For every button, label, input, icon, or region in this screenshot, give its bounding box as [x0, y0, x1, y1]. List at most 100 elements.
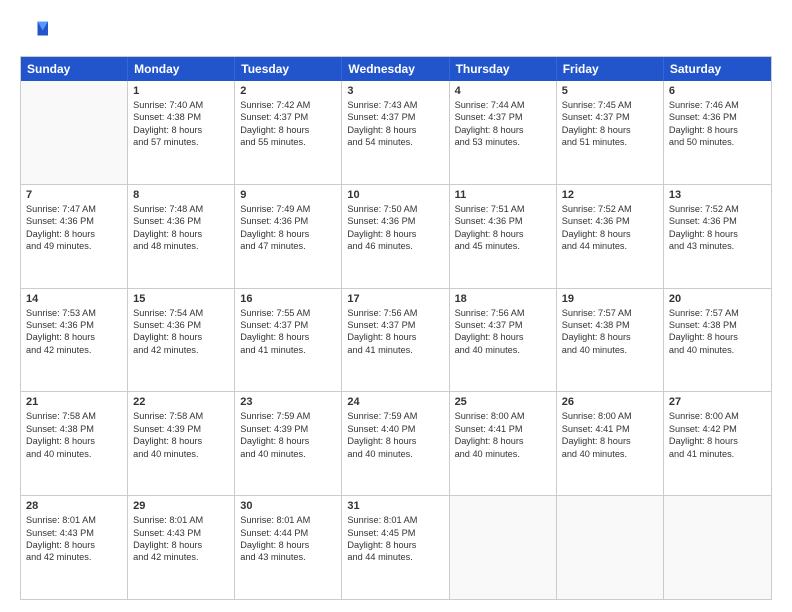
- day-cell-4: 4Sunrise: 7:44 AMSunset: 4:37 PMDaylight…: [450, 81, 557, 184]
- day-number: 15: [133, 293, 229, 305]
- day-number: 23: [240, 396, 336, 408]
- day-number: 26: [562, 396, 658, 408]
- day-number: 1: [133, 85, 229, 97]
- day-number: 5: [562, 85, 658, 97]
- cell-line-0: Sunrise: 7:58 AM: [26, 410, 122, 422]
- day-cell-20: 20 Sunrise: 7:57 AMSunset: 4:38 PMDayligh…: [664, 289, 771, 392]
- day-number: 22: [133, 396, 229, 408]
- day-number: 6: [669, 85, 766, 97]
- day-number: 13: [669, 189, 766, 201]
- cell-line-0: Sunrise: 7:54 AM: [133, 307, 229, 319]
- cell-line-0: Sunrise: 7:48 AM: [133, 203, 229, 215]
- day-number: 12: [562, 189, 658, 201]
- cell-line-3: and 50 minutes.: [669, 136, 766, 148]
- cell-line-3: and 40 minutes.: [455, 344, 551, 356]
- cell-line-3: and 40 minutes.: [562, 448, 658, 460]
- cell-line-1: Sunset: 4:36 PM: [26, 319, 122, 331]
- cell-line-2: Daylight: 8 hours: [26, 228, 122, 240]
- day-cell-2: 2Sunrise: 7:42 AMSunset: 4:37 PMDaylight…: [235, 81, 342, 184]
- cell-line-0: Sunrise: 7:49 AM: [240, 203, 336, 215]
- cell-line-2: Daylight: 8 hours: [133, 228, 229, 240]
- cell-line-3: and 41 minutes.: [669, 448, 766, 460]
- cell-line-1: Sunset: 4:36 PM: [240, 215, 336, 227]
- day-number: 9: [240, 189, 336, 201]
- calendar-row-2: 14Sunrise: 7:53 AMSunset: 4:36 PMDayligh…: [21, 288, 771, 392]
- cell-line-3: and 54 minutes.: [347, 136, 443, 148]
- cell-line-2: Daylight: 8 hours: [562, 435, 658, 447]
- cell-line-0: Sunrise: 7:51 AM: [455, 203, 551, 215]
- cell-line-0: Sunrise: 7:57 AM: [669, 307, 766, 319]
- day-cell-7: 7Sunrise: 7:47 AMSunset: 4:36 PMDaylight…: [21, 185, 128, 288]
- calendar-header: SundayMondayTuesdayWednesdayThursdayFrid…: [21, 57, 771, 81]
- cell-line-0: Sunrise: 8:01 AM: [26, 514, 122, 526]
- cell-line-2: Daylight: 8 hours: [455, 228, 551, 240]
- cell-line-2: Daylight: 8 hours: [133, 435, 229, 447]
- cell-line-2: Daylight: 8 hours: [26, 331, 122, 343]
- empty-cell: [21, 81, 128, 184]
- calendar-row-0: 1Sunrise: 7:40 AMSunset: 4:38 PMDaylight…: [21, 81, 771, 184]
- cell-line-0: Sunrise: 7:46 AM: [669, 99, 766, 111]
- cell-line-1: Sunset: 4:36 PM: [669, 215, 766, 227]
- day-number: 8: [133, 189, 229, 201]
- cell-line-2: Daylight: 8 hours: [133, 124, 229, 136]
- cell-line-1: Sunset: 4:36 PM: [562, 215, 658, 227]
- calendar-row-4: 28Sunrise: 8:01 AMSunset: 4:43 PMDayligh…: [21, 495, 771, 599]
- day-cell-27: 27Sunrise: 8:00 AMSunset: 4:42 PMDayligh…: [664, 392, 771, 495]
- day-cell-17: 17Sunrise: 7:56 AMSunset: 4:37 PMDayligh…: [342, 289, 449, 392]
- calendar: SundayMondayTuesdayWednesdayThursdayFrid…: [20, 56, 772, 600]
- cell-line-1: Sunset: 4:37 PM: [347, 319, 443, 331]
- day-number: 20: [669, 293, 766, 305]
- cell-line-3: and 42 minutes.: [26, 551, 122, 563]
- cell-line-1: Sunset: 4:38 PM: [562, 319, 658, 331]
- cell-line-0: Sunrise: 7:42 AM: [240, 99, 336, 111]
- cell-line-1: Sunset: 4:36 PM: [26, 215, 122, 227]
- calendar-row-3: 21Sunrise: 7:58 AMSunset: 4:38 PMDayligh…: [21, 391, 771, 495]
- day-cell-30: 30Sunrise: 8:01 AMSunset: 4:44 PMDayligh…: [235, 496, 342, 599]
- day-number: 7: [26, 189, 122, 201]
- cell-line-3: and 43 minutes.: [240, 551, 336, 563]
- cell-line-2: Daylight: 8 hours: [26, 435, 122, 447]
- weekday-header-thursday: Thursday: [450, 57, 557, 81]
- day-number: 24: [347, 396, 443, 408]
- cell-line-0: Sunrise: 8:00 AM: [669, 410, 766, 422]
- cell-line-3: and 45 minutes.: [455, 240, 551, 252]
- calendar-row-1: 7Sunrise: 7:47 AMSunset: 4:36 PMDaylight…: [21, 184, 771, 288]
- cell-line-2: Daylight: 8 hours: [669, 228, 766, 240]
- day-number: 14: [26, 293, 122, 305]
- day-number: 27: [669, 396, 766, 408]
- cell-line-2: Daylight: 8 hours: [669, 124, 766, 136]
- cell-line-0: Sunrise: 7:57 AM: [562, 307, 658, 319]
- cell-line-1: Sunset: 4:38 PM: [669, 319, 766, 331]
- cell-line-3: and 44 minutes.: [347, 551, 443, 563]
- cell-line-0: Sunrise: 8:00 AM: [455, 410, 551, 422]
- day-number: 21: [26, 396, 122, 408]
- cell-line-1: Sunset: 4:37 PM: [455, 111, 551, 123]
- cell-line-0: Sunrise: 7:55 AM: [240, 307, 336, 319]
- cell-line-0: Sunrise: 8:01 AM: [133, 514, 229, 526]
- cell-line-1: Sunset: 4:41 PM: [455, 423, 551, 435]
- cell-line-2: Daylight: 8 hours: [240, 435, 336, 447]
- cell-line-3: and 40 minutes.: [26, 448, 122, 460]
- cell-line-3: and 49 minutes.: [26, 240, 122, 252]
- cell-line-1: Sunset: 4:38 PM: [26, 423, 122, 435]
- cell-line-2: Daylight: 8 hours: [669, 331, 766, 343]
- cell-line-2: Daylight: 8 hours: [347, 228, 443, 240]
- cell-line-3: and 55 minutes.: [240, 136, 336, 148]
- cell-line-3: and 47 minutes.: [240, 240, 336, 252]
- cell-line-1: Sunset: 4:43 PM: [26, 527, 122, 539]
- cell-line-0: Sunrise: 8:01 AM: [240, 514, 336, 526]
- day-number: 10: [347, 189, 443, 201]
- cell-line-2: Daylight: 8 hours: [347, 331, 443, 343]
- cell-line-1: Sunset: 4:40 PM: [347, 423, 443, 435]
- cell-line-3: and 53 minutes.: [455, 136, 551, 148]
- cell-line-3: and 46 minutes.: [347, 240, 443, 252]
- day-cell-14: 14Sunrise: 7:53 AMSunset: 4:36 PMDayligh…: [21, 289, 128, 392]
- day-cell-10: 10Sunrise: 7:50 AMSunset: 4:36 PMDayligh…: [342, 185, 449, 288]
- day-cell-21: 21 Sunrise: 7:58 AMSunset: 4:38 PMDayligh…: [21, 392, 128, 495]
- calendar-body: 1Sunrise: 7:40 AMSunset: 4:38 PMDaylight…: [21, 81, 771, 599]
- day-number: 3: [347, 85, 443, 97]
- cell-line-0: Sunrise: 7:44 AM: [455, 99, 551, 111]
- day-cell-31: 31Sunrise: 8:01 AMSunset: 4:45 PMDayligh…: [342, 496, 449, 599]
- cell-line-0: Sunrise: 7:59 AM: [240, 410, 336, 422]
- cell-line-1: Sunset: 4:38 PM: [133, 111, 229, 123]
